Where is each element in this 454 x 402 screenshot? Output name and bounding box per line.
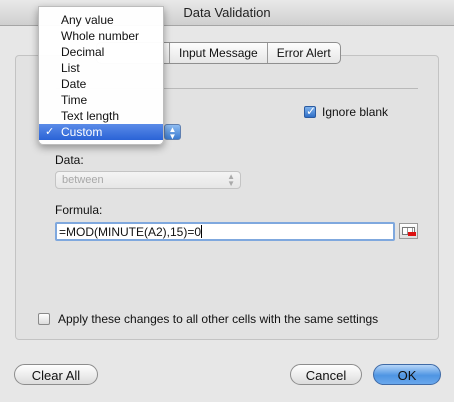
clear-all-button[interactable]: Clear All bbox=[14, 364, 98, 385]
allow-dropdown-menu: Any value Whole number Decimal List Date… bbox=[38, 6, 164, 145]
menu-item-time[interactable]: Time bbox=[39, 92, 163, 108]
data-validation-dialog: Data Validation Input Message Error Aler… bbox=[0, 0, 454, 402]
data-select-value: between bbox=[62, 174, 104, 186]
apply-all-label: Apply these changes to all other cells w… bbox=[58, 312, 379, 326]
data-label: Data: bbox=[55, 153, 84, 167]
ignore-blank-checkbox[interactable] bbox=[304, 104, 316, 118]
menu-item-custom-label: Custom bbox=[61, 125, 103, 139]
formula-input[interactable]: =MOD(MINUTE(A2),15)=0 bbox=[55, 222, 395, 241]
range-marker-icon bbox=[408, 232, 416, 236]
apply-all-option[interactable]: Apply these changes to all other cells w… bbox=[38, 312, 378, 326]
select-arrows-icon: ▲ ▼ bbox=[227, 172, 235, 188]
tab-error-alert[interactable]: Error Alert bbox=[266, 43, 340, 63]
ignore-blank-option[interactable]: Ignore blank bbox=[304, 104, 389, 119]
ok-button[interactable]: OK bbox=[373, 364, 441, 385]
menu-item-list[interactable]: List bbox=[39, 60, 163, 76]
menu-item-date[interactable]: Date bbox=[39, 76, 163, 92]
menu-item-text-length[interactable]: Text length bbox=[39, 108, 163, 124]
menu-item-whole-number[interactable]: Whole number bbox=[39, 28, 163, 44]
menu-item-decimal[interactable]: Decimal bbox=[39, 44, 163, 60]
range-selector-button[interactable] bbox=[399, 223, 418, 239]
text-caret bbox=[201, 225, 203, 238]
cancel-button[interactable]: Cancel bbox=[290, 364, 362, 385]
formula-label: Formula: bbox=[55, 203, 103, 217]
checkmark-icon: ✓ bbox=[45, 126, 55, 138]
menu-item-custom[interactable]: ✓ Custom bbox=[39, 124, 163, 140]
menu-item-any-value[interactable]: Any value bbox=[39, 12, 163, 28]
ignore-blank-label: Ignore blank bbox=[322, 105, 389, 119]
data-select: between ▲ ▼ bbox=[55, 171, 241, 189]
apply-all-checkbox[interactable] bbox=[38, 313, 50, 325]
allow-select-arrows-icon[interactable]: ▲ ▼ bbox=[164, 124, 181, 141]
tab-input-message[interactable]: Input Message bbox=[169, 43, 267, 63]
formula-value: =MOD(MINUTE(A2),15)=0 bbox=[59, 225, 202, 239]
